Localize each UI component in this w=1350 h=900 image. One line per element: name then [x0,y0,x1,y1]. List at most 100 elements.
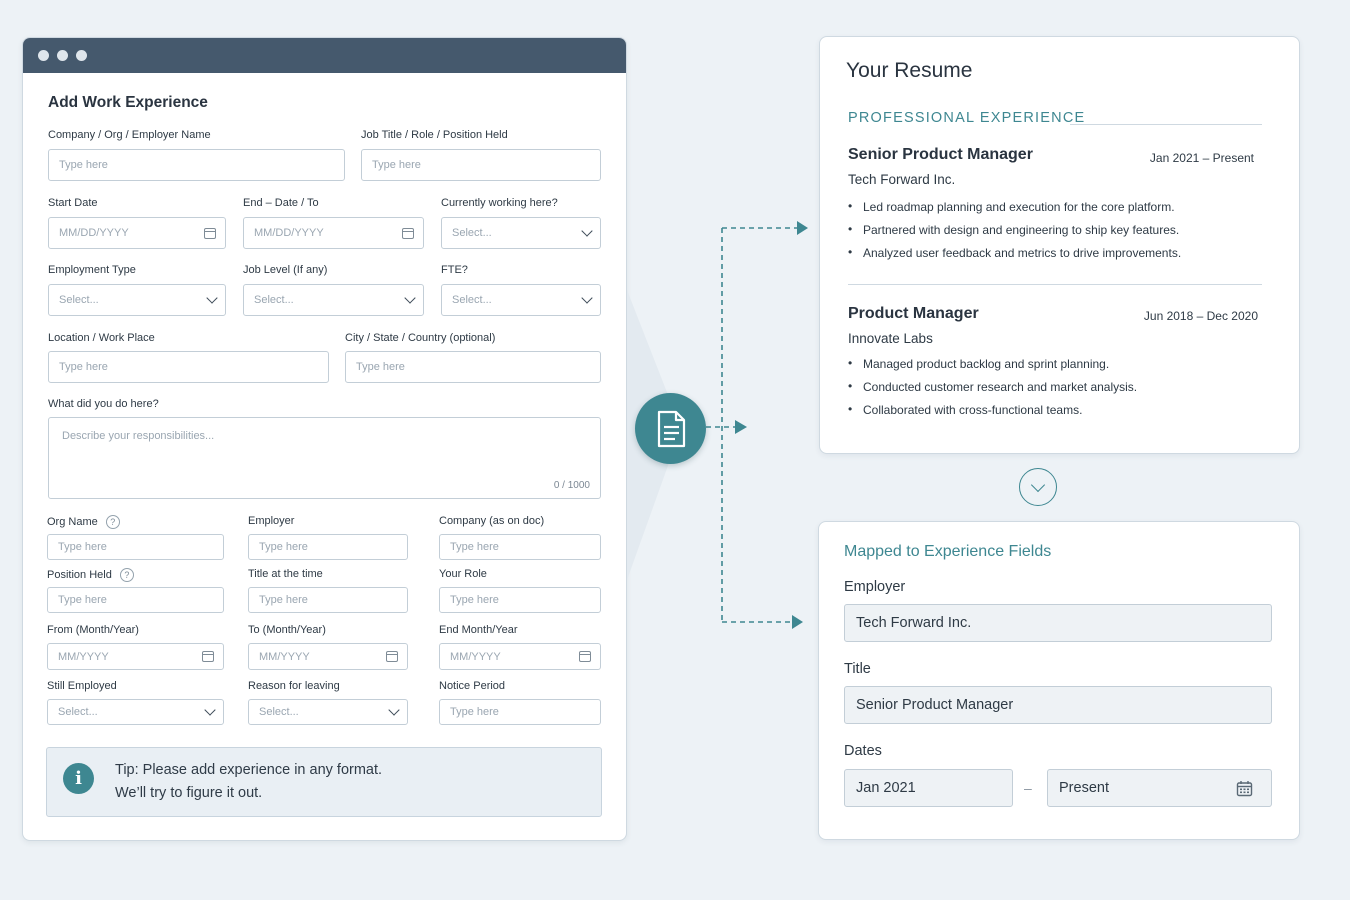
calendar-icon[interactable] [204,227,216,239]
your-role-label: Your Role [439,568,487,580]
to-input[interactable]: MM/YYYY [248,643,408,670]
mapped-end-date-field[interactable]: Present [1047,769,1272,807]
select-value: Select... [59,294,99,306]
window-dot-maximize[interactable] [76,50,87,61]
employment-type-label: Employment Type [48,264,136,276]
window-dot-minimize[interactable] [57,50,68,61]
your-role-input[interactable]: Type here [439,587,601,613]
section-divider [1070,124,1262,125]
placeholder: Type here [356,361,405,373]
tip-box: i Tip: Please add experience in any form… [46,747,602,817]
company-doc-input[interactable]: Type here [439,534,601,560]
chevron-down-icon [388,704,400,716]
calendar-icon[interactable] [202,651,214,662]
job-divider [848,284,1262,285]
description-textarea[interactable]: Describe your responsibilities... 0 / 10… [48,417,601,499]
job-dates: Jun 2018 – Dec 2020 [1143,309,1258,323]
calendar-icon[interactable] [579,651,591,662]
job-level-select[interactable]: Select... [243,284,424,316]
form-title: Add Work Experience [48,94,208,111]
to-label: To (Month/Year) [248,624,326,636]
placeholder: Type here [259,594,308,606]
city-input[interactable]: Type here [345,351,601,383]
job-bullets: Led roadmap planning and execution for t… [848,199,1181,269]
position-held-label-text: Position Held [47,568,112,581]
notice-label: Notice Period [439,680,506,692]
mapped-start-date-field[interactable]: Jan 2021 [844,769,1013,807]
employer-input[interactable]: Type here [248,534,408,560]
placeholder: MM/YYYY [450,650,501,663]
job-level-label: Job Level (If any) [243,264,328,276]
help-icon[interactable]: ? [119,568,134,582]
end-date-input[interactable]: MM/DD/YYYY [243,217,424,249]
add-experience-window: Add Work Experience Company / Org / Empl… [22,37,627,841]
end-month-input[interactable]: MM/YYYY [439,643,601,670]
company-label: Company / Org / Employer Name [48,129,211,141]
location-input[interactable]: Type here [48,351,329,383]
fte-select[interactable]: Select... [441,284,601,316]
window-dot-close[interactable] [38,50,49,61]
section-heading: PROFESSIONAL EXPERIENCE [848,110,1086,126]
list-item: Partnered with design and engineering to… [848,222,1181,246]
calendar-icon[interactable] [386,651,398,662]
chevron-down-icon [404,292,416,304]
org-name-label: Org Name? [47,515,120,529]
placeholder: Type here [58,541,107,553]
field-value: Senior Product Manager [856,697,1014,713]
mapped-employer-field[interactable]: Tech Forward Inc. [844,604,1272,642]
mapped-title-field[interactable]: Senior Product Manager [844,686,1272,724]
select-value: Select... [259,706,299,718]
job-title: Senior Product Manager [848,146,1033,163]
city-label: City / State / Country (optional) [345,332,496,344]
from-input[interactable]: MM/YYYY [47,643,224,670]
job-title-label: Job Title / Role / Position Held [361,129,508,141]
calendar-icon[interactable] [402,227,414,239]
job-title-input[interactable]: Type here [361,149,601,181]
end-month-label: End Month/Year [439,624,518,636]
currently-working-select[interactable]: Select... [441,217,601,249]
employment-type-select[interactable]: Select... [48,284,226,316]
info-icon: i [63,763,94,794]
org-name-input[interactable]: Type here [47,534,224,560]
notice-input[interactable]: Type here [439,699,601,725]
company-input[interactable]: Type here [48,149,345,181]
placeholder: Type here [450,706,499,718]
placeholder: Type here [450,541,499,553]
position-held-input[interactable]: Type here [47,587,224,613]
list-item: Conducted customer research and market a… [848,379,1137,403]
mapped-dates-label: Dates [844,743,882,759]
placeholder: Type here [372,159,421,171]
from-label: From (Month/Year) [47,624,139,636]
placeholder: Describe your responsibilities... [62,430,215,442]
select-value: Select... [254,294,294,306]
arrow-right-icon [792,615,803,629]
char-count: 0 / 1000 [553,480,590,491]
still-employed-label: Still Employed [47,680,117,692]
chevron-down-icon [581,292,593,304]
mapped-title-label: Title [844,661,871,677]
chevron-down-icon [204,704,216,716]
fte-label: FTE? [441,264,468,276]
start-date-input[interactable]: MM/DD/YYYY [48,217,226,249]
select-value: Select... [452,294,492,306]
chevron-down-icon [581,225,593,237]
chevron-down-glyph [1030,477,1046,492]
calendar-icon[interactable] [1236,780,1253,797]
arrow-right-icon [797,221,808,235]
placeholder: MM/YYYY [259,650,310,663]
job-dates: Jan 2021 – Present [1149,151,1254,165]
reason-label: Reason for leaving [248,680,340,692]
list-item: Analyzed user feedback and metrics to dr… [848,245,1181,269]
document-hub [635,393,706,464]
date-separator: – [1024,780,1032,796]
help-icon[interactable]: ? [105,515,120,529]
org-name-label-text: Org Name [47,515,98,528]
mapped-employer-label: Employer [844,579,906,595]
title-at-time-input[interactable]: Type here [248,587,408,613]
list-item: Managed product backlog and sprint plann… [848,356,1137,380]
job-company: Innovate Labs [848,331,933,346]
placeholder: Type here [450,594,499,606]
reason-select[interactable]: Select... [248,699,408,725]
tip-line-2: We’ll try to figure it out. [115,785,263,801]
still-employed-select[interactable]: Select... [47,699,224,725]
